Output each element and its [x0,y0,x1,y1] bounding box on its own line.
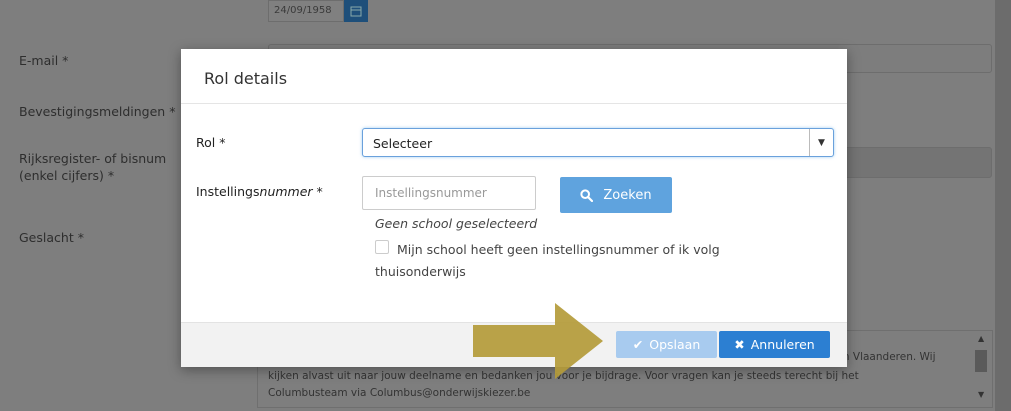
institution-label: Instellingsnummer * [196,184,323,199]
institution-number-input[interactable]: Instellingsnummer [362,176,536,210]
search-label: Zoeken [603,187,652,203]
checkbox-label: Mijn school heeft geen instellingsnummer… [397,242,720,257]
rijksregister-label: Rijksregister- of bisnum [19,151,167,166]
role-select-value: Selecteer [373,136,433,151]
cancel-button[interactable]: ✖ Annuleren [719,331,830,358]
email-label: E-mail * [19,53,69,68]
birthdate-input: 24/09/1958 [268,0,344,22]
scroll-down-icon: ▼ [978,390,985,399]
modal-title: Rol details [204,69,288,88]
role-label: Rol * [196,135,226,150]
modal-body: Rol * Selecteer ▼ Instellingsnummer * In… [181,104,847,322]
chevron-down-icon[interactable]: ▼ [809,129,833,156]
calendar-button [344,0,368,22]
scroll-up-icon: ▲ [978,334,985,343]
modal-header: Rol details [181,49,847,104]
no-school-text: Geen school geselecteerd [375,216,538,231]
scroll-thumb [975,350,987,372]
checkbox-label-2: thuisonderwijs [375,264,466,279]
notifications-label: Bevestigingsmeldingen * [19,104,176,119]
checkmark-icon: ✔ [632,337,644,352]
cancel-label: Annuleren [750,337,815,352]
save-label: Opslaan [649,337,701,352]
page-scrollbar [995,0,1011,411]
role-select[interactable]: Selecteer ▼ [362,128,834,157]
gender-label: Geslacht * [19,230,84,245]
info-text: kijken alvast uit naar jouw deelname en … [268,370,859,399]
rijksregister-label-2: (enkel cijfers) * [19,168,115,183]
search-icon [580,188,594,202]
calendar-icon [350,6,362,17]
close-icon: ✖ [734,337,745,352]
no-institution-checkbox[interactable] [375,240,389,254]
highlight-arrow-icon [473,303,603,379]
search-button[interactable]: Zoeken [560,177,672,213]
save-button[interactable]: ✔ Opslaan [616,331,717,358]
